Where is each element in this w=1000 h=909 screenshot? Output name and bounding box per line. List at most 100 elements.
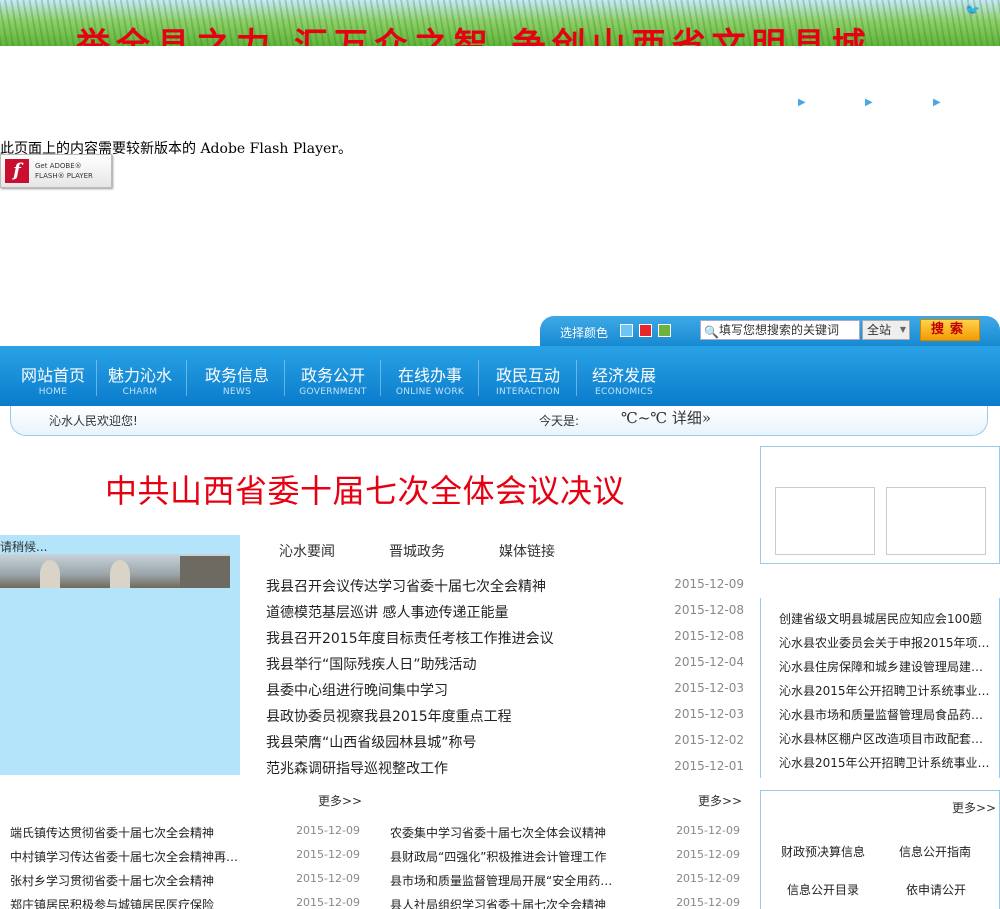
notice-item[interactable]: 沁水县市场和质量监督管理局食品药… [779,706,989,723]
list-item[interactable]: 中村镇学习传达省委十届七次全会精神再… 2015-12-09 [10,848,360,872]
news-item[interactable]: 我县召开2015年度目标责任考核工作推进会议 2015-12-08 [266,628,744,654]
color-swatch-red[interactable] [639,324,652,337]
today-label: 今天是: [539,414,580,428]
news-item[interactable]: 道德模范基层巡讲 感人事迹传递正能量 2015-12-08 [266,602,744,628]
list-date: 2015-12-09 [676,896,740,909]
nav-item-interaction[interactable]: 政民互动 INTERACTION [481,346,575,406]
nav-item-online-work[interactable]: 在线办事 ONLINE WORK [384,346,476,406]
nav-item-sublabel: GOVERNMENT [299,387,367,397]
notice-item[interactable]: 沁水县住房保障和城乡建设管理局建… [779,658,989,675]
open-info-link[interactable]: 信息公开目录 [787,881,859,898]
color-swatch-green[interactable] [658,324,671,337]
nav-item-government[interactable]: 政务公开 GOVERNMENT [287,346,379,406]
nav-item-charm[interactable]: 魅力沁水 CHARM [97,346,183,406]
list-date: 2015-12-09 [676,848,740,861]
arrow-right-icon[interactable]: ▶ [798,97,806,108]
arrow-right-icon[interactable]: ▶ [865,97,873,108]
nav-item-sublabel: INTERACTION [495,387,560,397]
news-item[interactable]: 县政协委员视察我县2015年度重点工程 2015-12-03 [266,706,744,732]
list-title[interactable]: 端氏镇传达贯彻省委十届七次全会精神 [10,824,214,841]
news-date: 2015-12-03 [674,707,744,721]
header-navigation: 选择颜色 🔍 填写您想搜索的关键词 全站 ▼ 搜索 网站首页 HOME 魅力沁水… [0,316,1000,436]
nav-item-economics[interactable]: 经济发展 ECONOMICS [578,346,670,406]
list-title[interactable]: 张村乡学习贯彻省委十届七次全会精神 [10,872,214,889]
more-link-left[interactable]: 更多>> [318,792,362,809]
weather-link[interactable]: ℃~℃ 详细» [621,407,711,428]
list-date: 2015-12-09 [296,824,360,837]
news-title[interactable]: 我县召开2015年度目标责任考核工作推进会议 [266,628,554,648]
open-info-link[interactable]: 依申请公开 [906,881,966,898]
nav-item-news[interactable]: 政务信息 NEWS [190,346,284,406]
news-date: 2015-12-03 [674,681,744,695]
open-info-link[interactable]: 信息公开指南 [899,843,971,860]
nav-item-label: 政民互动 [495,366,560,385]
get-flash-player-button[interactable]: f Get ADOBE® FLASH® PLAYER [0,154,112,188]
photo-building [180,556,230,588]
nav-item-label: 经济发展 [591,366,656,385]
news-title[interactable]: 范兆森调研指导巡视整改工作 [266,758,448,778]
tab-qinshui-news[interactable]: 沁水要闻 [279,541,335,561]
news-item[interactable]: 范兆森调研指导巡视整改工作 2015-12-01 [266,758,744,784]
right-image-thumb[interactable] [775,487,875,555]
photo-slideshow[interactable]: 请稍候... [0,535,240,775]
list-item[interactable]: 农委集中学习省委十届七次全体会议精神 2015-12-09 [390,824,740,848]
list-title[interactable]: 郑庄镇居民积极参与城镇居民医疗保险 [10,896,214,909]
list-item[interactable]: 县财政局“四强化”积极推进会计管理工作 2015-12-09 [390,848,740,872]
notice-item[interactable]: 沁水县农业委员会关于申报2015年项… [779,634,989,651]
list-title[interactable]: 县人社局组织学习省委十届七次全会精神 [390,896,606,909]
news-title[interactable]: 我县举行“国际残疾人日”助残活动 [266,654,477,674]
list-title[interactable]: 农委集中学习省委十届七次全体会议精神 [390,824,606,841]
news-title[interactable]: 县政协委员视察我县2015年度重点工程 [266,706,512,726]
notice-item[interactable]: 创建省级文明县城居民应知应会100题 [779,610,989,627]
list-item[interactable]: 张村乡学习贯彻省委十届七次全会精神 2015-12-09 [10,872,360,896]
right-image-thumb[interactable] [886,487,986,555]
news-title[interactable]: 我县召开会议传达学习省委十届七次全会精神 [266,576,546,596]
list-date: 2015-12-09 [676,872,740,885]
arrow-right-icon[interactable]: ▶ [933,97,941,108]
list-title[interactable]: 中村镇学习传达省委十届七次全会精神再… [10,848,238,865]
more-link-mid[interactable]: 更多>> [698,792,742,809]
search-input[interactable]: 🔍 填写您想搜索的关键词 [700,320,860,340]
news-item[interactable]: 我县召开会议传达学习省委十届七次全会精神 2015-12-09 [266,576,744,602]
nav-divider [186,360,187,396]
nav-divider [380,360,381,396]
news-item[interactable]: 县委中心组进行晚间集中学习 2015-12-03 [266,680,744,706]
news-item[interactable]: 我县举行“国际残疾人日”助残活动 2015-12-04 [266,654,744,680]
notice-list: 创建省级文明县城居民应知应会100题 沁水县农业委员会关于申报2015年项… 沁… [760,598,1000,778]
notice-item[interactable]: 沁水县2015年公开招聘卫计系统事业… [779,754,989,771]
loading-text: 请稍候... [0,540,48,554]
news-title[interactable]: 我县荣膺“山西省级园林县城”称号 [266,732,477,752]
news-title[interactable]: 县委中心组进行晚间集中学习 [266,680,448,700]
list-title[interactable]: 县财政局“四强化”积极推进会计管理工作 [390,848,606,865]
photo-tree [110,560,130,588]
news-title[interactable]: 道德模范基层巡讲 感人事迹传递正能量 [266,602,508,622]
get-flash-player-label: Get ADOBE® FLASH® PLAYER [35,162,93,180]
nav-divider [576,360,577,396]
news-item[interactable]: 我县荣膺“山西省级园林县城”称号 2015-12-02 [266,732,744,758]
list-item[interactable]: 郑庄镇居民积极参与城镇居民医疗保险 2015-12-09 [10,896,360,909]
list-title[interactable]: 县市场和质量监督管理局开展“安全用药… [390,872,612,889]
list-item[interactable]: 端氏镇传达贯彻省委十届七次全会精神 2015-12-09 [10,824,360,848]
list-date: 2015-12-09 [296,872,360,885]
color-swatch-blue[interactable] [620,324,633,337]
news-date: 2015-12-02 [674,733,744,747]
open-info-link[interactable]: 财政预决算信息 [781,843,865,860]
list-item[interactable]: 县人社局组织学习省委十届七次全会精神 2015-12-09 [390,896,740,909]
nav-item-sublabel: ECONOMICS [595,387,653,397]
notice-item[interactable]: 沁水县2015年公开招聘卫计系统事业… [779,682,989,699]
open-info-box: 财政预决算信息 信息公开指南 信息公开目录 依申请公开 [760,790,1000,909]
nav-divider [478,360,479,396]
search-button[interactable]: 搜索 [920,319,980,341]
color-select-label: 选择颜色 [560,326,609,340]
tab-jincheng-affairs[interactable]: 晋城政务 [389,541,445,561]
news-date: 2015-12-08 [674,629,744,643]
list-date: 2015-12-09 [296,848,360,861]
search-scope-select[interactable]: 全站 ▼ [862,320,910,340]
nav-item-home[interactable]: 网站首页 HOME [10,346,96,406]
tab-media-links[interactable]: 媒体链接 [499,541,555,561]
news-photo[interactable] [0,554,230,588]
headline-link[interactable]: 中共山西省委十届七次全体会议决议 [105,466,625,512]
nav-item-label: 政务信息 [204,366,269,385]
list-item[interactable]: 县市场和质量监督管理局开展“安全用药… 2015-12-09 [390,872,740,896]
notice-item[interactable]: 沁水县林区棚户区改造项目市政配套… [779,730,989,747]
